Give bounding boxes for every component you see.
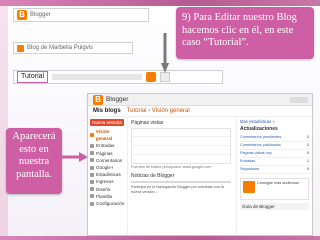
update-count: 1	[306, 159, 309, 163]
left-decorative-band	[0, 6, 8, 236]
audience-help-text: Consigue más audiencia	[257, 181, 299, 185]
blogger-guide-link[interactable]: Guía de Blogger	[240, 203, 309, 210]
breadcrumb: Tutorial › Visión general	[126, 108, 190, 114]
edit-icon[interactable]	[160, 72, 171, 82]
blog-name-link[interactable]: Blog de Marbella Puigvis	[27, 45, 93, 51]
dashboard-content: Páginas vistas Fuentes de tráfico princi…	[128, 117, 312, 235]
update-label: Entradas	[240, 159, 256, 163]
sidebar-item-label: Plantilla	[96, 193, 113, 199]
sidebar-item[interactable]: Páginas	[90, 150, 125, 157]
update-row[interactable]: Comentarios publicados 0	[240, 142, 309, 150]
sidebar-item[interactable]: Diseño	[90, 186, 125, 193]
sidebar-item[interactable]: Comentarios	[90, 157, 125, 164]
blogger-logo-icon[interactable]: B	[93, 94, 103, 105]
right-arrow-icon	[62, 152, 88, 162]
pageviews-chart	[131, 128, 231, 164]
sidebar-item-label: Páginas	[96, 150, 113, 156]
sidebar-item-icon	[90, 201, 94, 206]
my-blogs-link[interactable]: Mis blogs	[93, 108, 121, 114]
audience-help-box[interactable]: Consigue más audiencia	[240, 178, 309, 200]
blogger-logo-icon: B	[17, 10, 27, 20]
instruction-callout-left: Aparecerá esto en nuestra pantalla.	[6, 128, 62, 194]
sidebar-item-icon	[90, 151, 94, 156]
sidebar-item-icon	[90, 194, 94, 199]
sidebar-item-label: Estadísticas	[96, 172, 121, 178]
sidebar-item-label: Google+	[96, 165, 114, 171]
new-post-icon[interactable]	[146, 72, 157, 82]
sidebar-item-icon	[90, 133, 94, 138]
down-arrow-icon	[161, 33, 169, 73]
sidebar-item[interactable]: Entradas	[90, 142, 125, 149]
sidebar-item[interactable]: Visión general	[90, 128, 125, 142]
sidebar-item-icon	[90, 144, 94, 148]
sidebar-item-icon	[90, 172, 94, 177]
sidebar-item[interactable]: Ingresos	[90, 178, 125, 185]
sidebar-item-icon	[90, 158, 94, 163]
update-label: Comentarios pendientes	[240, 135, 282, 139]
update-row[interactable]: Comentarios pendientes 0	[240, 134, 309, 142]
sidebar-item-icon	[90, 165, 94, 170]
blog-name-snippet[interactable]: Blog de Marbella Puigvis	[13, 42, 133, 54]
sidebar-item-icon	[90, 187, 94, 192]
dashboard-title-bar: Mis blogs Tutorial › Visión general	[88, 106, 312, 117]
sidebar-item-label: Entradas	[96, 143, 115, 149]
update-label: Seguidores	[240, 167, 260, 171]
pageviews-footer: Fuentes de tráfico principales: www.goog…	[131, 165, 212, 169]
dashboard-sidebar: Nueva entrada Visión general Entradas Pági…	[88, 117, 128, 235]
new-post-button[interactable]: Nueva entrada	[90, 119, 124, 126]
top-decorative-stripe	[0, 0, 320, 6]
blogger-dashboard-window: B Blogger Mis blogs Tutorial › Visión ge…	[87, 93, 313, 236]
more-stats-link[interactable]: Más estadísticas »	[240, 119, 275, 124]
update-count: 0	[306, 143, 309, 147]
header-brand: Blogger	[106, 96, 129, 103]
blog-icon	[17, 44, 24, 52]
tutorial-blog-link[interactable]: Tutorial	[17, 71, 49, 83]
news-text: Participa en la Navegación Blogger por e…	[131, 185, 224, 194]
sidebar-item[interactable]: Plantilla	[90, 193, 125, 200]
user-account-chip[interactable]	[290, 96, 308, 103]
sidebar-item-label: Ingresos	[96, 179, 114, 185]
sidebar-item[interactable]: Estadísticas	[90, 171, 125, 178]
bottom-decorative-stripe	[0, 236, 320, 240]
update-row[interactable]: Seguidores 0	[240, 166, 309, 174]
dashboard-header: B Blogger	[88, 94, 312, 106]
updates-panel: Más estadísticas » Actualizaciones Comen…	[236, 117, 312, 235]
blog-list-row: Tutorial	[13, 70, 223, 84]
update-count: 0	[306, 151, 309, 155]
sidebar-item-label: Diseño	[96, 186, 111, 192]
sidebar-item[interactable]: Google+	[90, 164, 125, 171]
update-count: 0	[306, 135, 309, 139]
update-row[interactable]: Páginas vistas hoy 0	[240, 150, 309, 158]
pageviews-title: Páginas vistas	[131, 120, 164, 126]
audience-thumb-icon	[243, 181, 255, 193]
sidebar-item-label: Visión general	[95, 129, 113, 142]
sidebar-item[interactable]: Configuración	[90, 200, 125, 207]
blogger-brand-text: Blogger	[30, 12, 51, 18]
blogger-topbar-snippet: B Blogger	[13, 8, 149, 22]
instruction-callout-top: 9) Para Editar nuestro Blog hacemos clic…	[176, 7, 314, 59]
news-divider	[131, 181, 231, 183]
update-row[interactable]: Entradas 1	[240, 158, 309, 166]
sidebar-item-icon	[90, 180, 94, 185]
update-count: 0	[306, 167, 309, 171]
sidebar-item-label: Configuración	[96, 201, 125, 207]
update-label: Comentarios publicados	[240, 143, 281, 147]
sidebar-item-label: Comentarios	[96, 157, 123, 163]
row-placeholder	[52, 74, 143, 80]
updates-title: Actualizaciones	[240, 126, 278, 132]
update-label: Páginas vistas hoy	[240, 151, 272, 155]
